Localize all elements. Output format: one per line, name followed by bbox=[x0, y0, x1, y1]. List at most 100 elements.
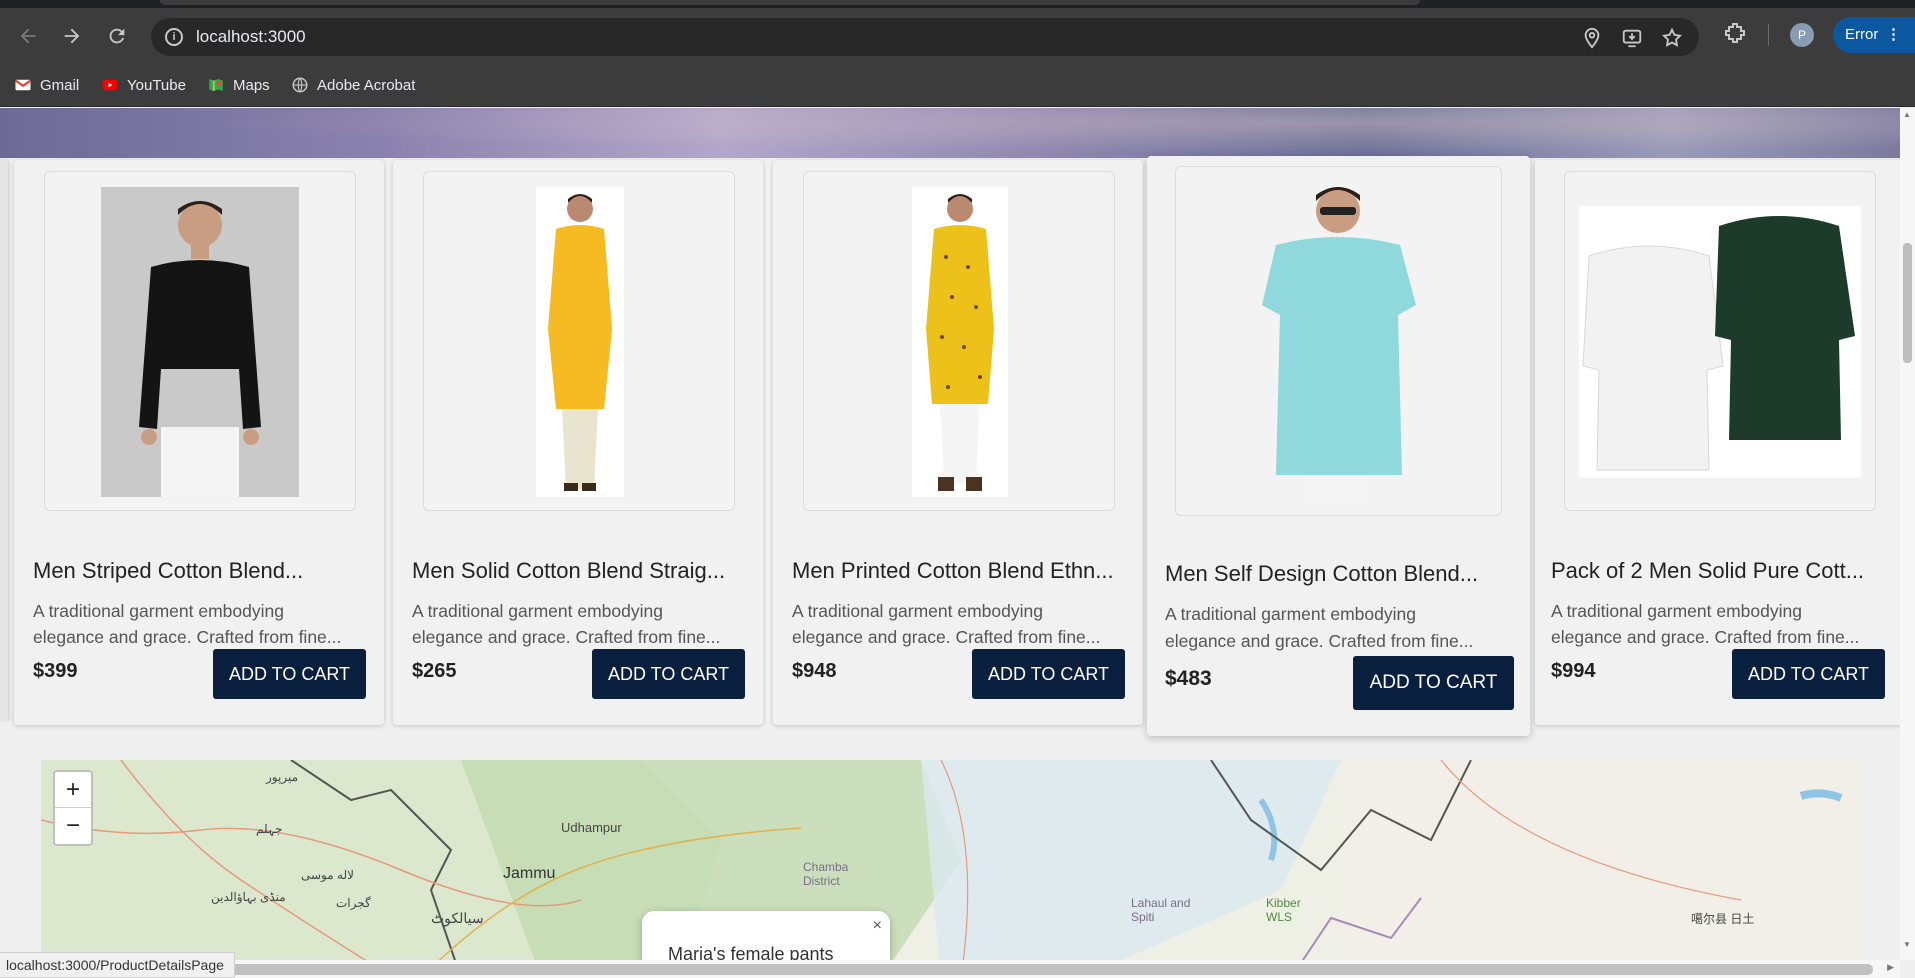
map-view[interactable]: + − میرپور جہلم Udhampur Jammu Chamba Di… bbox=[41, 760, 1859, 978]
product-price: $948 bbox=[792, 660, 837, 682]
product-card[interactable]: Pack of 2 Men Solid Pure Cott... A tradi… bbox=[1535, 160, 1905, 725]
product-title[interactable]: Men Self Design Cotton Blend... bbox=[1165, 561, 1478, 587]
product-price: $483 bbox=[1165, 667, 1212, 690]
product-image bbox=[912, 187, 1008, 497]
scroll-down-arrow-icon[interactable]: ▼ bbox=[1903, 940, 1911, 949]
map-label: Chamba District bbox=[803, 860, 849, 888]
bookmarks-bar: Gmail YouTube Maps Adobe Acrobat bbox=[0, 65, 1915, 107]
zoom-in-button[interactable]: + bbox=[55, 772, 91, 808]
bookmark-youtube[interactable]: YouTube bbox=[101, 73, 186, 97]
map-label: Lahaul and Spiti bbox=[1131, 896, 1191, 924]
product-image-frame[interactable] bbox=[803, 171, 1115, 511]
popup-close-button[interactable]: × bbox=[873, 917, 882, 935]
bookmark-maps[interactable]: Maps bbox=[207, 73, 270, 97]
map-label: لاله موسی bbox=[301, 868, 354, 882]
arrow-left-icon bbox=[20, 28, 36, 44]
gmail-icon bbox=[14, 79, 32, 91]
bookmark-label: Gmail bbox=[40, 76, 80, 94]
product-image bbox=[1579, 206, 1861, 478]
add-to-cart-button[interactable]: ADD TO CART bbox=[213, 649, 366, 699]
reload-button[interactable] bbox=[103, 22, 131, 50]
extensions-icon[interactable] bbox=[1723, 21, 1747, 45]
install-app-icon[interactable] bbox=[1621, 27, 1643, 49]
bookmark-star-icon[interactable] bbox=[1661, 27, 1683, 49]
arrow-right-icon bbox=[64, 28, 80, 44]
product-description-line: elegance and grace. Crafted from fine... bbox=[1165, 631, 1474, 651]
product-card[interactable]: Men Solid Cotton Blend Straig... A tradi… bbox=[393, 160, 763, 725]
product-image bbox=[536, 187, 624, 497]
product-description-line: A traditional garment embodying bbox=[1165, 604, 1416, 624]
map-label: منڈی بہاؤالدین bbox=[211, 890, 286, 904]
forward-button[interactable] bbox=[58, 22, 86, 50]
hero-banner-image bbox=[0, 108, 1900, 158]
product-card[interactable]: Men Printed Cotton Blend Ethn... A tradi… bbox=[773, 160, 1143, 725]
zoom-out-button[interactable]: − bbox=[55, 808, 91, 844]
reload-icon bbox=[109, 28, 125, 44]
product-description: A traditional garment embodying elegance… bbox=[412, 598, 720, 650]
product-price: $265 bbox=[412, 660, 457, 682]
add-to-cart-button[interactable]: ADD TO CART bbox=[972, 649, 1125, 699]
product-title[interactable]: Men Striped Cotton Blend... bbox=[33, 558, 303, 584]
product-description-line: elegance and grace. Crafted from fine... bbox=[792, 627, 1101, 647]
add-to-cart-button[interactable]: ADD TO CART bbox=[592, 649, 745, 699]
add-to-cart-button[interactable]: ADD TO CART bbox=[1353, 656, 1514, 710]
product-image-frame[interactable] bbox=[44, 171, 356, 511]
add-to-cart-button[interactable]: ADD TO CART bbox=[1732, 649, 1885, 699]
map-label: جہلم bbox=[256, 822, 283, 836]
product-title[interactable]: Men Solid Cotton Blend Straig... bbox=[412, 558, 725, 584]
more-vert-icon: ⋮ bbox=[1886, 26, 1901, 43]
map-label: سیالکوٹ bbox=[431, 910, 484, 926]
bookmark-label: Maps bbox=[233, 76, 270, 94]
back-button[interactable] bbox=[14, 22, 42, 50]
map-label: میرپور bbox=[266, 770, 299, 784]
map-zoom-control: + − bbox=[53, 770, 93, 846]
maps-icon bbox=[209, 79, 223, 91]
error-label: Error bbox=[1845, 26, 1879, 43]
horizontal-scroll-thumb[interactable] bbox=[18, 964, 1873, 975]
product-title[interactable]: Men Printed Cotton Blend Ethn... bbox=[792, 558, 1114, 584]
product-description: A traditional garment embodying elegance… bbox=[1165, 601, 1473, 655]
product-description-line: elegance and grace. Crafted from fine... bbox=[1551, 627, 1860, 647]
bookmark-gmail[interactable]: Gmail bbox=[14, 73, 79, 97]
address-bar[interactable]: i localhost:3000 bbox=[151, 18, 1699, 56]
active-tab[interactable] bbox=[160, 0, 1420, 5]
carousel-prev-card-edge bbox=[0, 160, 8, 720]
horizontal-scrollbar[interactable]: ▶ bbox=[0, 960, 1900, 978]
product-image bbox=[1216, 175, 1456, 505]
product-description-line: elegance and grace. Crafted from fine... bbox=[33, 627, 342, 647]
product-description-line: A traditional garment embodying bbox=[412, 601, 663, 621]
status-bar-url: localhost:3000/ProductDetailsPage bbox=[0, 952, 235, 978]
product-description: A traditional garment embodying elegance… bbox=[792, 598, 1100, 650]
product-card[interactable]: Men Striped Cotton Blend... A traditiona… bbox=[14, 160, 384, 725]
product-description-line: A traditional garment embodying bbox=[1551, 601, 1802, 621]
bookmark-label: Adobe Acrobat bbox=[317, 76, 416, 94]
map-label: گجرات bbox=[336, 896, 371, 910]
product-image-frame[interactable] bbox=[1175, 166, 1502, 516]
map-label: Jammu bbox=[503, 865, 556, 882]
browser-toolbar: i localhost:3000 P Error ⋮ bbox=[0, 8, 1915, 65]
map-label: 噶尔县 日土 bbox=[1691, 912, 1755, 926]
product-description-line: A traditional garment embodying bbox=[792, 601, 1043, 621]
location-icon[interactable] bbox=[1581, 27, 1603, 49]
site-info-icon[interactable]: i bbox=[165, 28, 183, 46]
vertical-scrollbar[interactable]: ▲ ▼ bbox=[1900, 108, 1915, 960]
address-bar-url[interactable]: localhost:3000 bbox=[196, 27, 306, 47]
product-image bbox=[101, 187, 299, 497]
product-description: A traditional garment embodying elegance… bbox=[33, 598, 341, 650]
product-title[interactable]: Pack of 2 Men Solid Pure Cott... bbox=[1551, 558, 1864, 584]
vertical-scroll-thumb[interactable] bbox=[1903, 243, 1912, 363]
toolbar-separator bbox=[1768, 24, 1769, 46]
product-card[interactable]: Men Self Design Cotton Blend... A tradit… bbox=[1147, 156, 1530, 736]
error-menu-button[interactable]: Error ⋮ bbox=[1833, 17, 1915, 53]
profile-avatar[interactable]: P bbox=[1790, 23, 1814, 47]
scroll-up-arrow-icon[interactable]: ▲ bbox=[1903, 110, 1911, 119]
youtube-icon bbox=[102, 79, 118, 91]
product-price: $994 bbox=[1551, 660, 1596, 682]
bookmark-label: YouTube bbox=[127, 76, 186, 94]
scroll-right-arrow-icon[interactable]: ▶ bbox=[1887, 962, 1894, 973]
map-label: Kibber WLS bbox=[1266, 896, 1301, 924]
product-image-frame[interactable] bbox=[423, 171, 735, 511]
bookmark-adobe-acrobat[interactable]: Adobe Acrobat bbox=[291, 73, 415, 97]
globe-icon bbox=[292, 77, 308, 93]
product-image-frame[interactable] bbox=[1564, 171, 1876, 511]
